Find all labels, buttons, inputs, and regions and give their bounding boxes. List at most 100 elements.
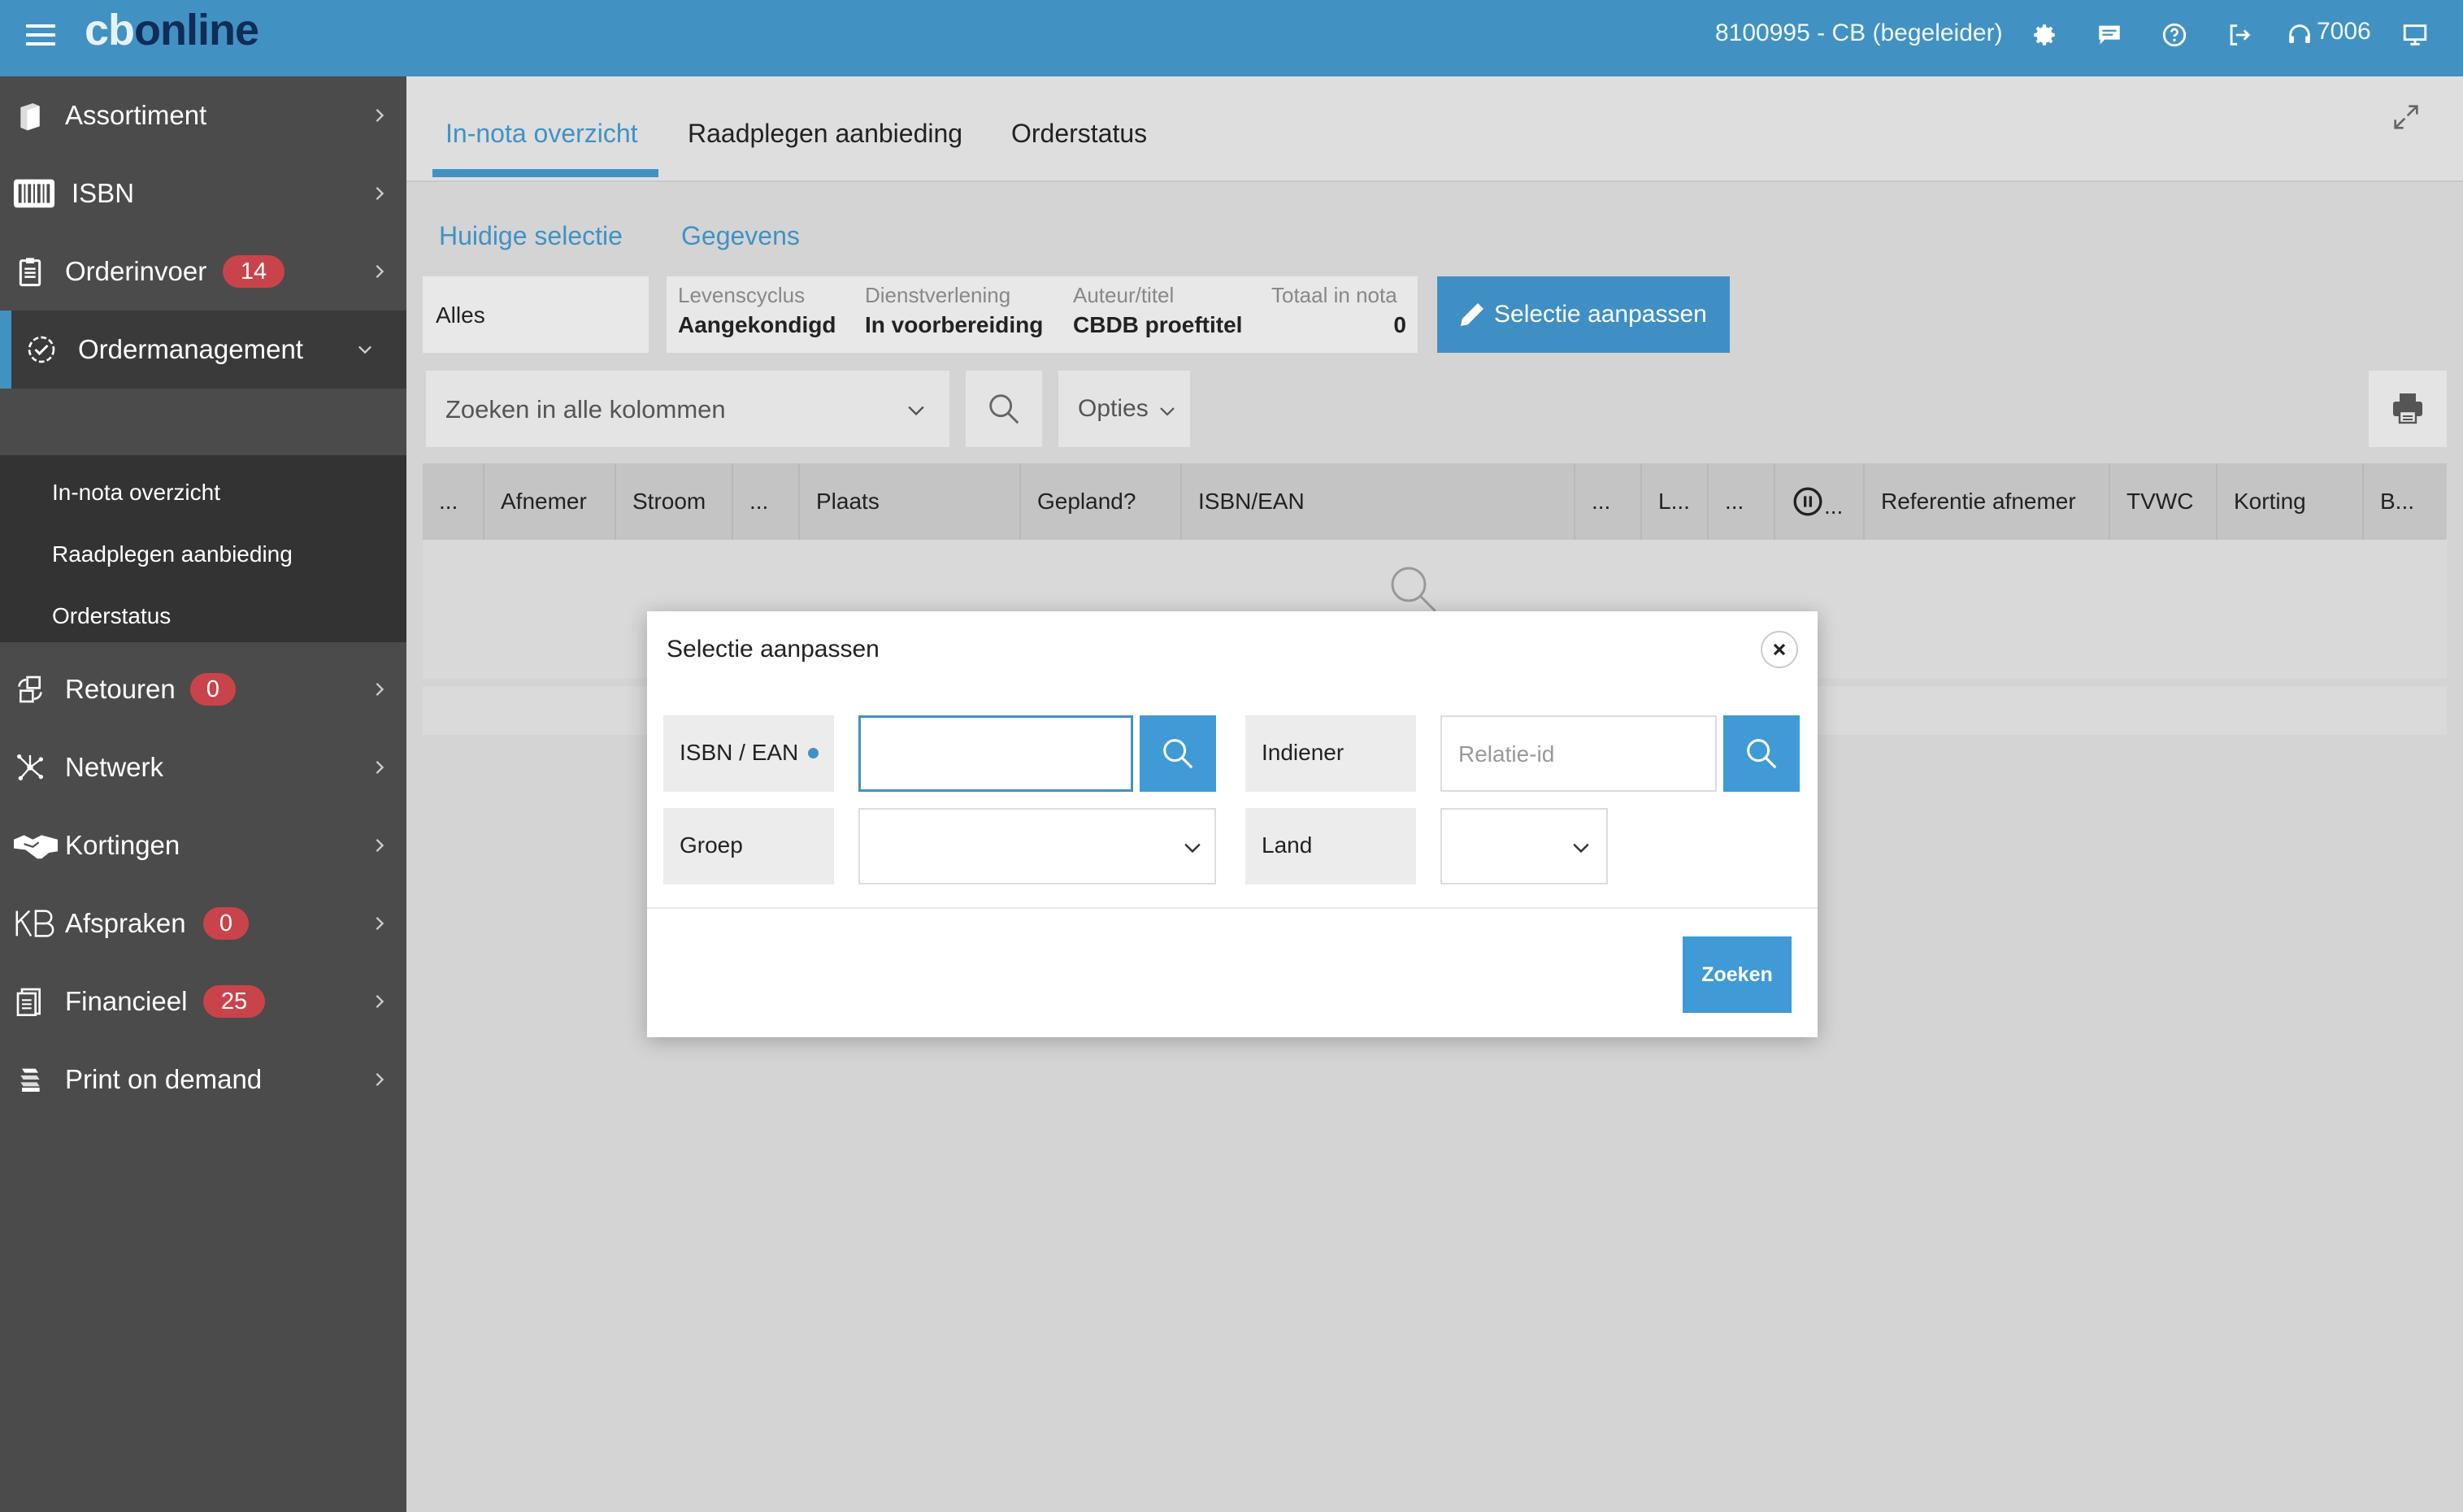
column-search-select[interactable]: Zoeken in alle kolommen xyxy=(426,371,949,447)
sidebar-item-netwerk[interactable]: Netwerk xyxy=(0,728,406,806)
selection-label: Levenscyclus xyxy=(678,283,806,307)
opties-dropdown[interactable]: Opties xyxy=(1058,371,1190,447)
chevron-down-icon xyxy=(1184,843,1201,854)
sidebar-item-assortiment[interactable]: Assortiment xyxy=(0,76,406,154)
sidebar-item-kortingen[interactable]: Kortingen xyxy=(0,806,406,884)
column-header-korting[interactable]: Korting xyxy=(2218,463,2364,540)
expand-icon[interactable] xyxy=(2390,101,2422,133)
dialog-divider xyxy=(647,907,1818,909)
tab-raadplegen-aanbieding[interactable]: Raadplegen aanbieding xyxy=(688,119,962,149)
sidebar-item-retouren[interactable]: Retouren 0 xyxy=(0,650,406,728)
chevron-right-icon xyxy=(376,682,384,697)
close-icon xyxy=(1773,643,1786,656)
headset-icon[interactable] xyxy=(2284,20,2315,50)
book-icon xyxy=(11,97,49,134)
monitor-icon[interactable] xyxy=(2400,20,2430,50)
chat-icon[interactable] xyxy=(2094,20,2125,50)
pencil-icon xyxy=(1461,303,1483,326)
chevron-right-icon xyxy=(376,108,384,123)
sidebar-item-isbn[interactable]: ISBN xyxy=(0,154,406,232)
groep-select[interactable] xyxy=(858,808,1216,884)
hamburger-menu-icon[interactable] xyxy=(26,24,55,49)
search-icon xyxy=(1163,739,1193,769)
relatie-search-button[interactable] xyxy=(1723,715,1800,792)
clipboard-icon xyxy=(11,253,49,290)
column-header-gepland[interactable]: Gepland? xyxy=(1021,463,1182,540)
selection-value: Aangekondigd xyxy=(678,312,836,337)
search-button[interactable] xyxy=(966,371,1042,447)
empty-search-icon xyxy=(1391,567,1436,612)
selectie-aanpassen-button[interactable]: Selectie aanpassen xyxy=(1437,276,1730,353)
sidebar-item-ordermanagement[interactable]: Ordermanagement xyxy=(0,311,406,389)
sidebar-item-label: Print on demand xyxy=(65,1064,263,1094)
chevron-right-icon xyxy=(376,760,384,775)
extension-number: 7006 xyxy=(2317,18,2371,45)
tab-in-nota-overzicht[interactable]: In-nota overzicht xyxy=(445,119,638,149)
sidebar-item-afspraken[interactable]: Afspraken 0 xyxy=(0,884,406,962)
zoeken-button[interactable]: Zoeken xyxy=(1683,936,1792,1013)
column-header[interactable]: ... xyxy=(1709,463,1775,540)
column-search-placeholder: Zoeken in alle kolommen xyxy=(445,395,726,424)
sidebar-item-label: Kortingen xyxy=(65,830,180,860)
sidebar-item-label: Retouren xyxy=(65,674,176,704)
column-header-status[interactable]: ... xyxy=(1775,463,1865,540)
settings-gear-icon[interactable] xyxy=(2029,20,2060,50)
returns-icon xyxy=(11,671,49,708)
relatie-id-placeholder: Relatie-id xyxy=(1458,741,1555,767)
column-header[interactable]: B... xyxy=(2364,463,2447,540)
dialog-title: Selectie aanpassen xyxy=(667,636,880,663)
sidebar-item-label: Ordermanagement xyxy=(78,334,303,364)
column-header-stroom[interactable]: Stroom xyxy=(616,463,733,540)
ordermanagement-submenu: In-nota overzicht Raadplegen aanbieding … xyxy=(0,455,406,642)
selection-label: Dienstverlening xyxy=(865,283,1011,307)
column-header[interactable]: ... xyxy=(733,463,800,540)
count-badge: 25 xyxy=(203,985,265,1018)
selection-label: Auteur/titel xyxy=(1073,283,1175,307)
column-header-referentie-afnemer[interactable]: Referentie afnemer xyxy=(1865,463,2110,540)
search-icon xyxy=(1747,739,1777,769)
help-icon[interactable] xyxy=(2159,20,2190,50)
print-button[interactable] xyxy=(2369,371,2447,447)
column-header[interactable]: ... xyxy=(423,463,484,540)
handshake-icon xyxy=(11,827,60,864)
isbn-search-button[interactable] xyxy=(1140,715,1216,792)
paper-stack-icon xyxy=(11,1061,49,1098)
tab-orderstatus[interactable]: Orderstatus xyxy=(1011,119,1147,149)
column-header[interactable]: ... xyxy=(1575,463,1642,540)
chevron-right-icon xyxy=(376,186,384,201)
column-header[interactable]: L... xyxy=(1642,463,1709,540)
column-header-afnemer[interactable]: Afnemer xyxy=(484,463,616,540)
sidebar-item-financieel[interactable]: Financieel 25 xyxy=(0,962,406,1041)
column-header-isbn-ean[interactable]: ISBN/EAN xyxy=(1182,463,1575,540)
relatie-id-input[interactable]: Relatie-id xyxy=(1440,715,1717,792)
sidebar-item-print-on-demand[interactable]: Print on demand xyxy=(0,1041,406,1119)
selection-value: CBDB proeftitel xyxy=(1073,312,1243,337)
search-icon xyxy=(989,394,1019,424)
column-header-plaats[interactable]: Plaats xyxy=(800,463,1021,540)
submenu-raadplegen-aanbieding[interactable]: Raadplegen aanbieding xyxy=(52,541,293,567)
column-header-tvwc[interactable]: TVWC xyxy=(2110,463,2218,540)
submenu-orderstatus[interactable]: Orderstatus xyxy=(52,603,171,629)
network-icon xyxy=(11,749,49,786)
count-badge: 14 xyxy=(223,255,285,288)
chevron-down-icon xyxy=(1160,407,1175,416)
logout-icon[interactable] xyxy=(2224,20,2255,50)
subtab-huidige-selectie[interactable]: Huidige selectie xyxy=(439,221,623,251)
submenu-in-nota-overzicht[interactable]: In-nota overzicht xyxy=(52,480,220,506)
close-button[interactable] xyxy=(1761,631,1798,668)
selection-scope: Alles xyxy=(423,276,649,353)
isbn-ean-label: ISBN / EAN xyxy=(663,715,834,792)
sidebar-item-orderinvoer[interactable]: Orderinvoer 14 xyxy=(0,232,406,311)
barcode-icon xyxy=(11,175,57,212)
indiener-label: Indiener xyxy=(1245,715,1416,792)
selectie-aanpassen-label: Selectie aanpassen xyxy=(1494,301,1707,328)
land-select[interactable] xyxy=(1440,808,1608,884)
field-label: Land xyxy=(1262,832,1313,858)
count-badge: 0 xyxy=(190,673,236,706)
sidebar-item-label: Assortiment xyxy=(65,100,207,130)
table-header: ... Afnemer Stroom ... Plaats Gepland? I… xyxy=(423,463,2447,540)
isbn-ean-input[interactable] xyxy=(858,715,1133,792)
subtab-gegevens[interactable]: Gegevens xyxy=(681,221,800,251)
chevron-right-icon xyxy=(376,838,384,853)
app-logo[interactable]: cbonline xyxy=(85,5,259,55)
